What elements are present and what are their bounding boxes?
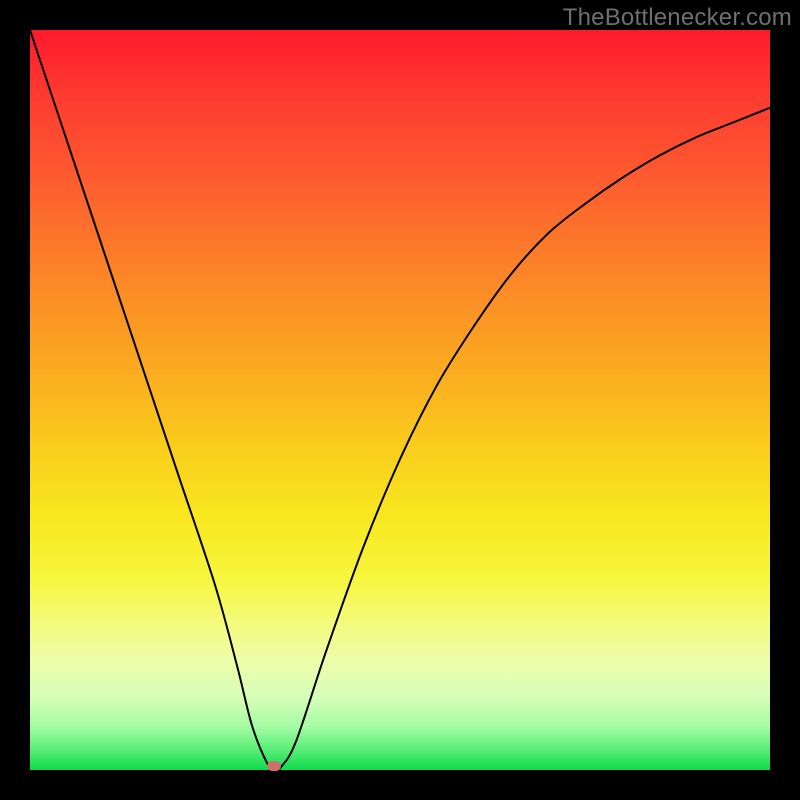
attribution-text: TheBottlenecker.com [563, 4, 792, 32]
plot-area [30, 30, 770, 770]
curve-path [30, 30, 770, 770]
minimum-marker [267, 761, 281, 771]
chart-frame: TheBottlenecker.com [0, 0, 800, 800]
bottleneck-curve [30, 30, 770, 770]
